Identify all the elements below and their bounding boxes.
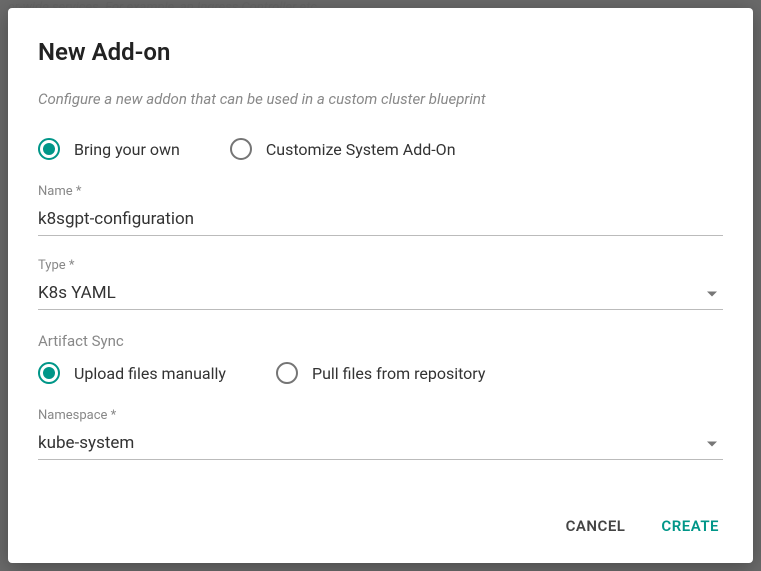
radio-label: Pull files from repository xyxy=(312,364,485,383)
radio-label: Bring your own xyxy=(74,140,180,159)
radio-label: Customize System Add-On xyxy=(266,140,456,159)
namespace-label: Namespace * xyxy=(38,408,723,423)
namespace-value: kube-system xyxy=(38,433,134,453)
namespace-field: Namespace * kube-system xyxy=(38,408,723,460)
type-label: Type * xyxy=(38,258,723,273)
new-addon-dialog: New Add-on Configure a new addon that ca… xyxy=(8,8,753,563)
dialog-subtitle: Configure a new addon that can be used i… xyxy=(38,90,723,108)
name-field: Name * xyxy=(38,184,723,236)
cancel-button[interactable]: CANCEL xyxy=(562,509,630,543)
name-label: Name * xyxy=(38,184,723,199)
artifact-sync-label: Artifact Sync xyxy=(38,332,723,350)
addon-mode-radio-group: Bring your own Customize System Add-On xyxy=(38,138,723,160)
artifact-sync-section: Artifact Sync Upload files manually Pull… xyxy=(38,332,723,386)
radio-icon xyxy=(38,138,60,160)
radio-icon xyxy=(230,138,252,160)
radio-upload-manually[interactable]: Upload files manually xyxy=(38,362,226,384)
radio-label: Upload files manually xyxy=(74,364,226,383)
dialog-actions: CANCEL CREATE xyxy=(38,491,723,543)
type-field: Type * K8s YAML xyxy=(38,258,723,310)
radio-icon xyxy=(38,362,60,384)
chevron-down-icon xyxy=(707,442,717,447)
artifact-sync-radio-group: Upload files manually Pull files from re… xyxy=(38,362,723,386)
chevron-down-icon xyxy=(707,292,717,297)
dialog-title: New Add-on xyxy=(38,38,723,66)
radio-icon xyxy=(276,362,298,384)
name-input[interactable] xyxy=(38,205,723,236)
type-select[interactable]: K8s YAML xyxy=(38,279,723,310)
create-button[interactable]: CREATE xyxy=(657,509,723,543)
type-value: K8s YAML xyxy=(38,283,116,303)
radio-customize-system-addon[interactable]: Customize System Add-On xyxy=(230,138,456,160)
radio-pull-from-repository[interactable]: Pull files from repository xyxy=(276,362,485,384)
namespace-select[interactable]: kube-system xyxy=(38,429,723,460)
radio-bring-your-own[interactable]: Bring your own xyxy=(38,138,180,160)
